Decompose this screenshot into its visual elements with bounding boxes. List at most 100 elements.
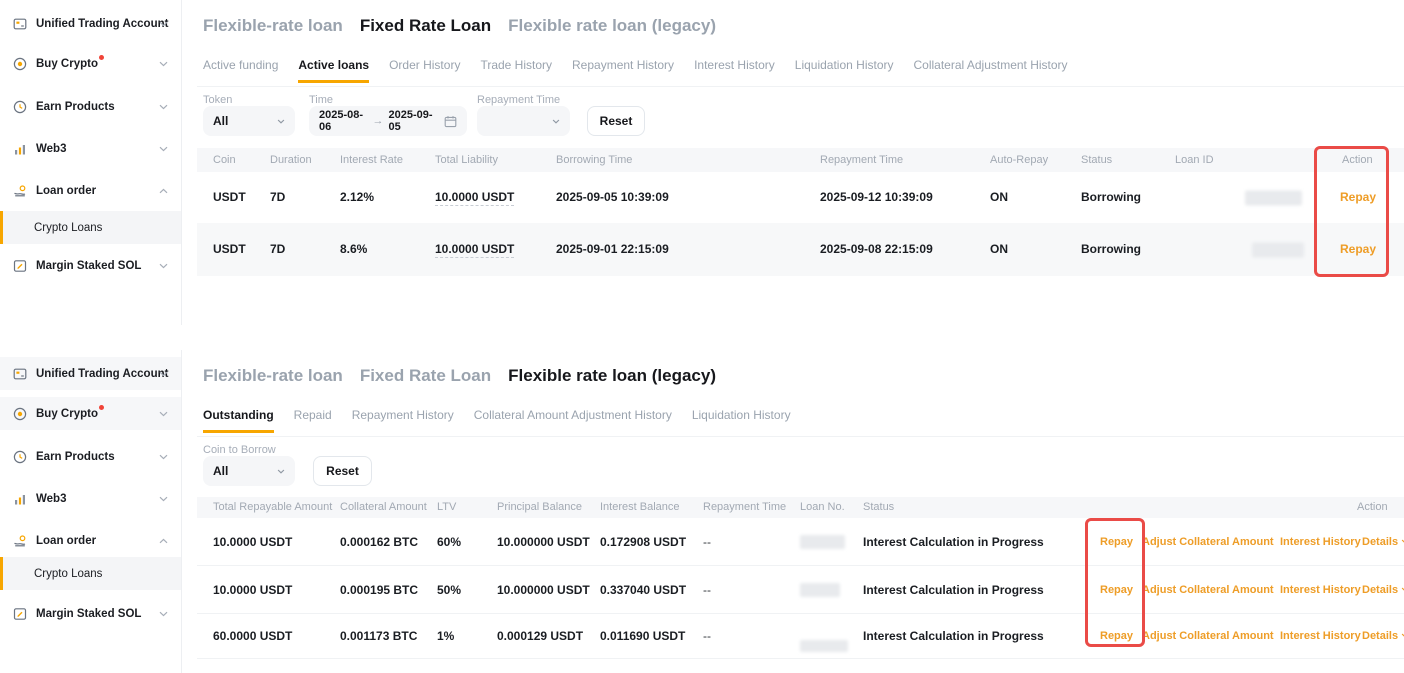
interest-history-link[interactable]: Interest History	[1280, 614, 1361, 659]
cell-ltv: 60%	[437, 518, 461, 566]
sidebar-item-unified-trading-account[interactable]: Unified Trading Account	[0, 357, 181, 390]
loan-type-tab-fixed-rate[interactable]: Fixed Rate Loan	[360, 366, 491, 386]
repay-link[interactable]: Repay	[1340, 172, 1376, 223]
margin-staked-sol-icon	[13, 607, 27, 621]
column-header: Borrowing Time	[556, 148, 632, 172]
cell-total-liability: 10.0000 USDT	[435, 223, 514, 276]
loan-type-tab-fixed-rate[interactable]: Fixed Rate Loan	[360, 16, 491, 36]
sidebar-item-margin-staked-sol[interactable]: Margin Staked SOL	[0, 597, 181, 630]
cell-interest-balance: 0.011690 USDT	[600, 614, 685, 659]
column-header: Total Repayable Amount	[213, 497, 332, 518]
repayment-time-filter-label: Repayment Time	[477, 94, 560, 106]
sidebar-item-unified-trading-account[interactable]: Unified Trading Account	[0, 7, 181, 40]
loan-id-redacted	[1252, 242, 1304, 257]
notification-dot	[99, 55, 104, 60]
loan-type-tab-flexible-rate[interactable]: Flexible-rate loan	[203, 366, 343, 386]
coin-to-borrow-filter-label: Coin to Borrow	[203, 444, 276, 456]
tab-outstanding[interactable]: Outstanding	[203, 408, 274, 433]
sidebar-item-loan-order[interactable]: Loan order	[0, 174, 181, 207]
reset-button[interactable]: Reset	[587, 106, 645, 136]
adjust-collateral-link[interactable]: Adjust Collateral Amount	[1142, 614, 1274, 659]
tab-collateral-adjustment-history[interactable]: Collateral Adjustment History	[913, 58, 1067, 83]
loan-no-redacted	[800, 640, 848, 652]
web3-icon	[13, 142, 27, 156]
column-header: Status	[1081, 148, 1112, 172]
sidebar-item-label: Margin Staked SOL	[36, 260, 141, 272]
sidebar-item-earn-products[interactable]: Earn Products	[0, 440, 181, 473]
reset-button[interactable]: Reset	[313, 456, 372, 486]
fixed-loan-table-header: Coin Duration Interest Rate Total Liabil…	[197, 148, 1404, 172]
legacy-loan-panel: Unified Trading Account Buy Crypto Earn …	[0, 350, 1404, 673]
sidebar-item-label: Buy Crypto	[36, 58, 98, 70]
margin-staked-sol-icon	[13, 259, 27, 273]
cell-duration: 7D	[270, 223, 285, 276]
tab-order-history[interactable]: Order History	[389, 58, 460, 83]
column-header: LTV	[437, 497, 456, 518]
sidebar-item-label: Unified Trading Account	[36, 368, 168, 380]
tab-liquidation-history[interactable]: Liquidation History	[692, 408, 791, 433]
cell-borrowing-time: 2025-09-05 10:39:09	[556, 172, 669, 223]
adjust-collateral-link[interactable]: Adjust Collateral Amount	[1142, 518, 1274, 566]
tab-active-loans[interactable]: Active loans	[298, 58, 369, 83]
sidebar-item-crypto-loans[interactable]: Crypto Loans	[0, 557, 181, 590]
sidebar-item-margin-staked-sol[interactable]: Margin Staked SOL	[0, 249, 181, 282]
sidebar-item-buy-crypto[interactable]: Buy Crypto	[0, 47, 181, 80]
sidebar-item-earn-products[interactable]: Earn Products	[0, 90, 181, 123]
tab-repaid[interactable]: Repaid	[294, 408, 332, 433]
token-filter-select[interactable]: All	[203, 106, 295, 136]
coin-to-borrow-select[interactable]: All	[203, 456, 295, 486]
tab-trade-history[interactable]: Trade History	[480, 58, 552, 83]
chevron-down-icon	[159, 411, 168, 417]
repay-link[interactable]: Repay	[1100, 518, 1133, 566]
tab-repayment-history[interactable]: Repayment History	[352, 408, 454, 433]
token-filter-label: Token	[203, 94, 232, 106]
loan-no-redacted	[800, 535, 845, 549]
tab-liquidation-history[interactable]: Liquidation History	[795, 58, 894, 83]
tab-collateral-amount-adjustment-history[interactable]: Collateral Amount Adjustment History	[474, 408, 672, 433]
tab-active-funding[interactable]: Active funding	[203, 58, 278, 83]
interest-history-link[interactable]: Interest History	[1280, 566, 1361, 614]
time-from-value: 2025-08-06	[319, 109, 368, 133]
sidebar-item-web3[interactable]: Web3	[0, 482, 181, 515]
loan-type-tab-flexible-rate[interactable]: Flexible-rate loan	[203, 16, 343, 36]
chevron-up-icon	[159, 188, 168, 194]
tab-repayment-history[interactable]: Repayment History	[572, 58, 674, 83]
sidebar-item-crypto-loans[interactable]: Crypto Loans	[0, 211, 181, 244]
details-dropdown-link[interactable]: Details	[1362, 614, 1404, 659]
column-header: Action	[1357, 497, 1388, 518]
sidebar-item-label: Crypto Loans	[34, 568, 102, 580]
time-filter-label: Time	[309, 94, 333, 106]
repay-link[interactable]: Repay	[1100, 614, 1133, 659]
details-dropdown-link[interactable]: Details	[1362, 518, 1404, 566]
sidebar-divider	[181, 350, 182, 673]
loan-id-redacted	[1245, 190, 1302, 205]
earn-products-icon	[13, 450, 27, 464]
column-header: Loan ID	[1175, 148, 1214, 172]
cell-repayment-time: --	[703, 566, 711, 614]
sidebar-item-web3[interactable]: Web3	[0, 132, 181, 165]
loan-type-tab-flexible-legacy[interactable]: Flexible rate loan (legacy)	[508, 16, 716, 36]
tab-interest-history[interactable]: Interest History	[694, 58, 775, 83]
repay-link[interactable]: Repay	[1100, 566, 1133, 614]
sidebar-item-label: Unified Trading Account	[36, 18, 168, 30]
details-dropdown-link[interactable]: Details	[1362, 566, 1404, 614]
legacy-loan-tab-bar: Outstanding Repaid Repayment History Col…	[203, 408, 791, 433]
time-range-input[interactable]: 2025-08-06 → 2025-09-05	[309, 106, 467, 136]
cell-status: Borrowing	[1081, 223, 1141, 276]
sidebar-item-buy-crypto[interactable]: Buy Crypto	[0, 397, 181, 430]
repay-link[interactable]: Repay	[1340, 223, 1376, 276]
table-row: 10.0000 USDT 0.000195 BTC 50% 10.000000 …	[197, 566, 1404, 614]
calendar-icon	[444, 115, 457, 128]
cell-total-repayable: 60.0000 USDT	[213, 614, 292, 659]
repayment-time-select[interactable]	[477, 106, 570, 136]
chevron-down-icon	[159, 454, 168, 460]
cell-repayment-time: --	[703, 614, 711, 659]
interest-history-link[interactable]: Interest History	[1280, 518, 1361, 566]
column-header: Loan No.	[800, 497, 845, 518]
column-header: Principal Balance	[497, 497, 582, 518]
loan-order-icon	[13, 184, 27, 198]
loan-type-tab-flexible-legacy[interactable]: Flexible rate loan (legacy)	[508, 366, 716, 386]
sidebar-item-loan-order[interactable]: Loan order	[0, 524, 181, 557]
adjust-collateral-link[interactable]: Adjust Collateral Amount	[1142, 566, 1274, 614]
chevron-down-icon	[159, 496, 168, 502]
